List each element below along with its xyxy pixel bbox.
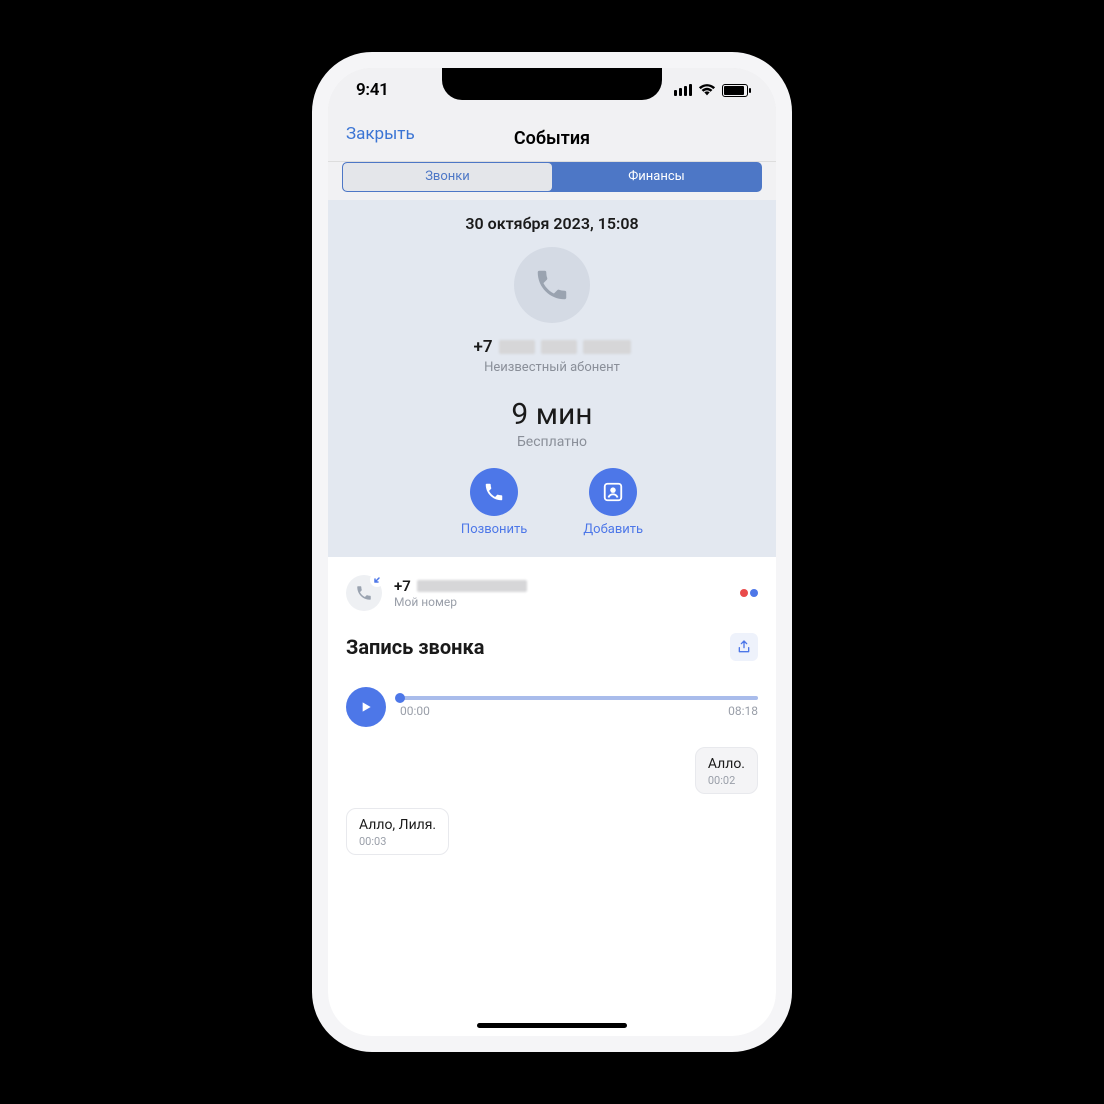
transcript: Алло. 00:02 Алло, Лиля. 00:03 [346, 747, 758, 855]
event-datetime: 30 октября 2023, 15:08 [328, 200, 776, 239]
redacted [583, 340, 631, 354]
play-icon [358, 699, 374, 715]
call-cost: Бесплатно [328, 434, 776, 450]
cellular-icon [674, 84, 692, 96]
time-start: 00:00 [400, 704, 430, 718]
bubble-text: Алло. [708, 756, 745, 772]
incoming-arrow-icon [370, 573, 384, 587]
action-row: Позвонить Добавить [328, 468, 776, 537]
my-number: +7 [394, 577, 728, 595]
play-button[interactable] [346, 687, 386, 727]
close-button[interactable]: Закрыть [346, 124, 415, 144]
bubble-time: 00:02 [708, 774, 745, 787]
call-duration: 9 мин [328, 397, 776, 432]
call-action[interactable]: Позвонить [461, 468, 527, 537]
caller-block: +7 Неизвестный абонент 9 мин Бесплатно П… [328, 239, 776, 557]
share-button[interactable] [730, 633, 758, 661]
segmented-control: Звонки Финансы [328, 162, 776, 200]
call-label: Позвонить [461, 522, 527, 537]
content-sheet: 30 октября 2023, 15:08 +7 Неизвестный аб… [328, 200, 776, 1036]
details-section: +7 Мой номер Запись звонка [328, 557, 776, 1036]
phone-icon [355, 584, 373, 602]
battery-icon [722, 84, 748, 97]
phone-icon [483, 481, 505, 503]
redacted [499, 340, 535, 354]
caller-prefix: +7 [473, 337, 492, 357]
share-icon [736, 639, 752, 655]
add-contact-icon [602, 481, 624, 503]
my-number-label: Мой номер [394, 595, 728, 609]
status-indicators [674, 83, 748, 97]
bubble-text: Алло, Лиля. [359, 817, 436, 833]
call-button[interactable] [470, 468, 518, 516]
my-prefix: +7 [394, 577, 411, 595]
page-title: События [514, 128, 590, 149]
add-action[interactable]: Добавить [583, 468, 643, 537]
transcript-bubble: Алло, Лиля. 00:03 [346, 808, 449, 855]
redacted [417, 580, 527, 592]
status-time: 9:41 [356, 80, 389, 100]
voicemail-icon [740, 589, 758, 597]
home-indicator[interactable] [477, 1023, 627, 1028]
transcript-bubble: Алло. 00:02 [695, 747, 758, 794]
caller-number: +7 [328, 337, 776, 357]
notch [442, 68, 662, 100]
tab-finance[interactable]: Финансы [552, 163, 761, 191]
caller-sub: Неизвестный абонент [328, 360, 776, 375]
wifi-icon [698, 83, 716, 97]
caller-avatar [514, 247, 590, 323]
redacted [541, 340, 577, 354]
progress-knob[interactable] [395, 693, 405, 703]
screen: Закрыть События Звонки Финансы 30 октябр… [328, 68, 776, 1036]
incoming-call-icon [346, 575, 382, 611]
audio-player: 00:00 08:18 [346, 675, 758, 731]
add-button[interactable] [589, 468, 637, 516]
my-number-row: +7 Мой номер [346, 557, 758, 623]
time-end: 08:18 [728, 704, 758, 718]
add-label: Добавить [583, 522, 643, 537]
phone-icon [533, 266, 571, 304]
recording-title: Запись звонка [346, 635, 484, 659]
progress-track[interactable] [400, 696, 758, 700]
phone-frame: 9:41 Закрыть События Звонки Финансы 30 о… [312, 52, 792, 1052]
recording-header: Запись звонка [346, 623, 758, 675]
bubble-time: 00:03 [359, 835, 436, 848]
tab-calls[interactable]: Звонки [343, 163, 552, 191]
